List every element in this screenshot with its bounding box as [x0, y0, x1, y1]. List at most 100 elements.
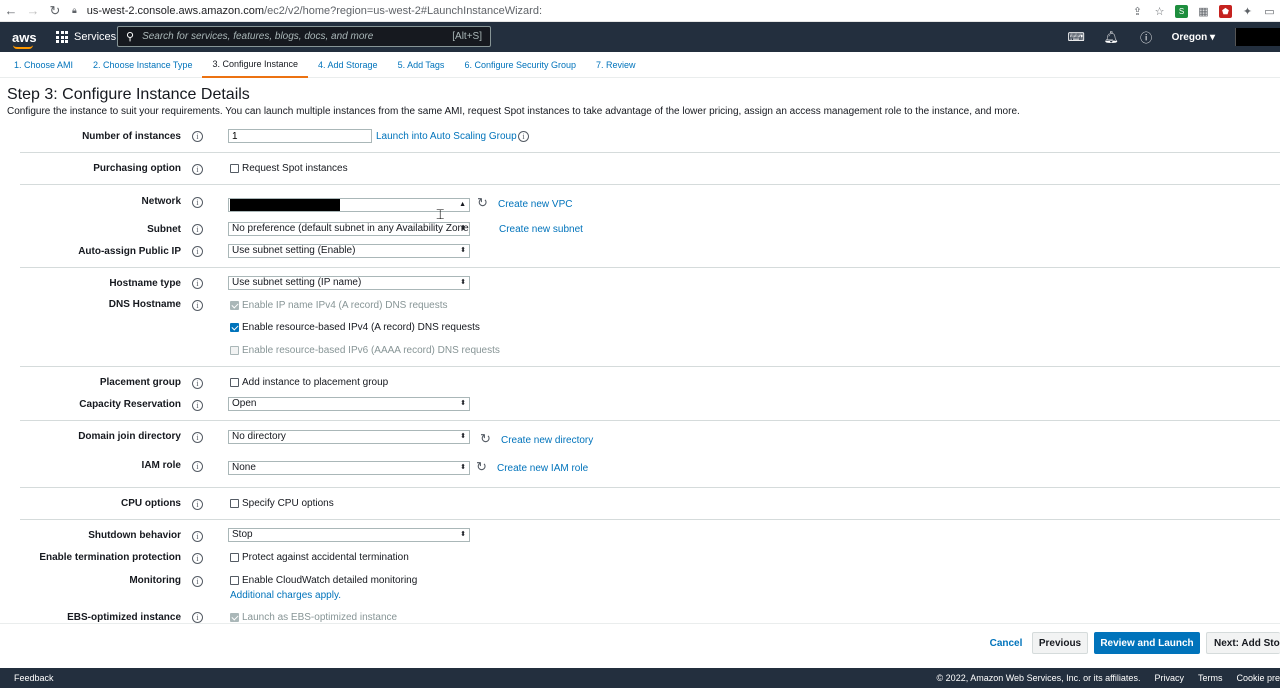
share-icon[interactable]: ⇪	[1131, 5, 1144, 18]
cpu-row[interactable]: Specify CPU options	[230, 498, 334, 509]
forward-arrow-icon[interactable]: →	[22, 0, 44, 22]
dns-resource-ipv6-checkbox	[230, 346, 239, 355]
iam-select[interactable]: None ⬍	[228, 461, 470, 475]
puzzle-icon[interactable]: ✦	[1241, 5, 1254, 18]
cloudshell-icon[interactable]: ⌨	[1059, 30, 1094, 44]
domain-select[interactable]: No directory ⬍	[228, 430, 470, 444]
privacy-link[interactable]: Privacy	[1154, 673, 1184, 683]
tab-configure-instance[interactable]: 3. Configure Instance	[202, 52, 309, 78]
network-value-redacted	[230, 199, 340, 211]
aws-logo-text: aws	[12, 29, 37, 45]
num-instances-input[interactable]	[228, 129, 372, 143]
bell-icon[interactable]: 🔔︎	[1094, 30, 1129, 44]
star-icon[interactable]: ☆	[1153, 5, 1166, 18]
termination-row[interactable]: Protect against accidental termination	[230, 552, 409, 563]
monitoring-row[interactable]: Enable CloudWatch detailed monitoring	[230, 575, 417, 586]
ebs-label: EBS-optimized instance	[67, 612, 181, 623]
info-icon[interactable]: i	[192, 531, 203, 542]
info-icon[interactable]: i	[192, 553, 203, 564]
extension-green-icon[interactable]: S	[1175, 4, 1188, 18]
dns-resource-ipv4-checkbox[interactable]	[230, 323, 239, 332]
next-add-storage-button[interactable]: Next: Add Stor	[1206, 632, 1280, 654]
capacity-select[interactable]: Open ⬍	[228, 397, 470, 411]
additional-charges-link[interactable]: Additional charges apply.	[230, 590, 341, 601]
previous-button[interactable]: Previous	[1032, 632, 1088, 654]
monitoring-checkbox-label: Enable CloudWatch detailed monitoring	[242, 575, 418, 586]
info-icon[interactable]: i	[192, 432, 203, 443]
spot-checkbox-row[interactable]: Request Spot instances	[230, 163, 348, 174]
public-ip-select[interactable]: Use subnet setting (Enable) ⬍	[228, 244, 470, 258]
dns-resource-ipv4-row[interactable]: Enable resource-based IPv4 (A record) DN…	[230, 322, 480, 333]
auto-scaling-link[interactable]: Launch into Auto Scaling Group	[376, 131, 517, 142]
back-arrow-icon[interactable]: ←	[0, 0, 22, 22]
termination-checkbox[interactable]	[230, 553, 239, 562]
public-ip-value: Use subnet setting (Enable)	[232, 245, 356, 256]
feedback-link[interactable]: Feedback	[14, 673, 54, 683]
address-bar[interactable]: us-west-2.console.aws.amazon.com/ec2/v2/…	[87, 5, 542, 17]
tab-add-tags[interactable]: 5. Add Tags	[388, 52, 455, 78]
services-menu-button[interactable]: Services	[56, 31, 116, 43]
info-icon[interactable]: i	[192, 400, 203, 411]
cancel-button[interactable]: Cancel	[985, 632, 1027, 654]
tab-add-storage[interactable]: 4. Add Storage	[308, 52, 388, 78]
tab-review[interactable]: 7. Review	[586, 52, 646, 78]
account-menu[interactable]	[1235, 28, 1280, 46]
info-icon[interactable]: i	[192, 164, 203, 175]
tab-choose-instance-type[interactable]: 2. Choose Instance Type	[83, 52, 202, 78]
hostname-type-select[interactable]: Use subnet setting (IP name) ⬍	[228, 276, 470, 290]
placement-checkbox[interactable]	[230, 378, 239, 387]
select-arrow-icon: ⬍	[460, 464, 466, 471]
info-icon[interactable]: i	[192, 461, 203, 472]
capacity-label: Capacity Reservation	[79, 399, 181, 410]
cpu-checkbox[interactable]	[230, 499, 239, 508]
help-icon[interactable]: ⓘ	[1129, 29, 1164, 46]
info-icon[interactable]: i	[192, 224, 203, 235]
create-iam-role-link[interactable]: Create new IAM role	[497, 463, 588, 474]
info-icon[interactable]: i	[192, 278, 203, 289]
divider	[20, 519, 1280, 520]
info-icon[interactable]: i	[192, 131, 203, 142]
select-arrow-icon: ▲	[459, 201, 466, 208]
info-icon[interactable]: i	[192, 378, 203, 389]
extension-red-icon[interactable]: ⬟	[1219, 4, 1232, 18]
spot-checkbox-label: Request Spot instances	[242, 163, 348, 174]
select-arrow-icon: ⬍	[460, 279, 466, 286]
info-icon[interactable]: i	[518, 131, 529, 142]
monitoring-checkbox[interactable]	[230, 576, 239, 585]
search-input[interactable]	[142, 31, 443, 42]
shutdown-select[interactable]: Stop ⬍	[228, 528, 470, 542]
extension-grid-icon[interactable]: ▦	[1197, 5, 1210, 18]
create-directory-link[interactable]: Create new directory	[501, 435, 593, 446]
search-box[interactable]: ⚲ [Alt+S]	[117, 26, 491, 47]
info-icon[interactable]: i	[192, 612, 203, 623]
review-and-launch-button[interactable]: Review and Launch	[1094, 632, 1200, 654]
region-selector[interactable]: Oregon ▾	[1172, 32, 1215, 43]
info-icon[interactable]: i	[192, 246, 203, 257]
create-subnet-link[interactable]: Create new subnet	[499, 224, 583, 235]
dns-resource-ipv4-label: Enable resource-based IPv4 (A record) DN…	[242, 322, 480, 333]
create-vpc-link[interactable]: Create new VPC	[498, 199, 572, 210]
tab-configure-security-group[interactable]: 6. Configure Security Group	[454, 52, 586, 78]
copyright-text: © 2022, Amazon Web Services, Inc. or its…	[936, 673, 1141, 683]
refresh-icon[interactable]: ↻	[476, 459, 487, 475]
refresh-icon[interactable]: ↻	[480, 431, 491, 447]
refresh-icon[interactable]: ↻	[477, 195, 488, 211]
spot-checkbox[interactable]	[230, 164, 239, 173]
divider	[20, 366, 1280, 367]
terms-link[interactable]: Terms	[1198, 673, 1223, 683]
info-icon[interactable]: i	[192, 300, 203, 311]
reload-icon[interactable]: ↻	[44, 0, 66, 22]
aws-logo[interactable]: aws	[12, 29, 37, 49]
subnet-select[interactable]: No preference (default subnet in any Ava…	[228, 222, 470, 236]
sidebar-icon[interactable]: ▭	[1263, 5, 1276, 18]
divider	[20, 267, 1280, 268]
cookie-preferences-link[interactable]: Cookie pre	[1236, 673, 1280, 683]
select-arrow-icon: ⬍	[460, 225, 466, 232]
placement-row[interactable]: Add instance to placement group	[230, 377, 388, 388]
info-icon[interactable]: i	[192, 197, 203, 208]
divider	[20, 184, 1280, 185]
info-icon[interactable]: i	[192, 499, 203, 510]
info-icon[interactable]: i	[192, 576, 203, 587]
aws-console-header: aws Services ⚲ [Alt+S] ⌨ 🔔︎ ⓘ Oregon ▾	[0, 22, 1280, 52]
tab-choose-ami[interactable]: 1. Choose AMI	[0, 52, 83, 78]
